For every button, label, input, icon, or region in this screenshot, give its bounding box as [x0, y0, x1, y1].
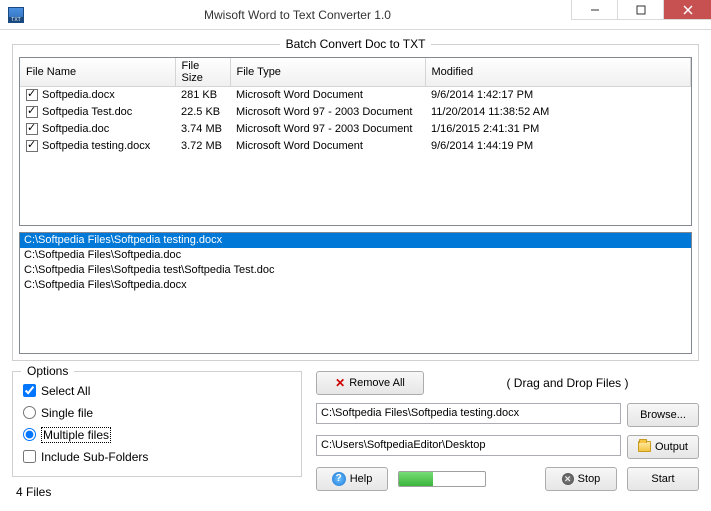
- cell-filename: Softpedia testing.docx: [42, 140, 150, 152]
- cell-modified: 9/6/2014 1:42:17 PM: [425, 87, 691, 104]
- start-label: Start: [651, 473, 674, 485]
- include-subfolders-checkbox[interactable]: [23, 450, 36, 463]
- path-list[interactable]: C:\Softpedia Files\Softpedia testing.doc…: [19, 232, 692, 354]
- stop-button[interactable]: ✕ Stop: [545, 467, 617, 491]
- col-filesize[interactable]: File Size: [175, 58, 230, 87]
- cell-filename: Softpedia.doc: [42, 123, 109, 135]
- multiple-files-row: Multiple files: [23, 426, 291, 444]
- row-checkbox[interactable]: [26, 106, 38, 118]
- select-all-checkbox[interactable]: [23, 384, 36, 397]
- remove-icon: ✕: [335, 376, 345, 390]
- folder-icon: [638, 441, 651, 452]
- col-filename[interactable]: File Name: [20, 58, 175, 87]
- stop-icon: ✕: [562, 473, 574, 485]
- cell-filesize: 3.74 MB: [175, 121, 230, 138]
- browse-button[interactable]: Browse...: [627, 403, 699, 427]
- file-count-status: 4 Files: [12, 485, 302, 499]
- row-checkbox[interactable]: [26, 140, 38, 152]
- remove-all-label: Remove All: [349, 377, 405, 389]
- help-button[interactable]: ? Help: [316, 467, 388, 491]
- single-file-row: Single file: [23, 404, 291, 422]
- drag-drop-hint: ( Drag and Drop Files ): [436, 376, 699, 390]
- window-title: Mwisoft Word to Text Converter 1.0: [24, 8, 571, 22]
- titlebar: Mwisoft Word to Text Converter 1.0: [0, 0, 711, 30]
- browse-label: Browse...: [640, 409, 686, 421]
- cell-filesize: 22.5 KB: [175, 104, 230, 121]
- progress-bar: [398, 471, 486, 487]
- table-row[interactable]: Softpedia.docx 281 KBMicrosoft Word Docum…: [20, 87, 691, 104]
- app-icon: [8, 7, 24, 23]
- cell-filetype: Microsoft Word 97 - 2003 Document: [230, 104, 425, 121]
- batch-convert-group: Batch Convert Doc to TXT File Name File …: [12, 44, 699, 361]
- cell-filesize: 3.72 MB: [175, 138, 230, 155]
- minimize-button[interactable]: [571, 0, 617, 20]
- single-file-radio[interactable]: [23, 406, 36, 419]
- stop-label: Stop: [578, 473, 601, 485]
- remove-all-button[interactable]: ✕ Remove All: [316, 371, 424, 395]
- multiple-files-label[interactable]: Multiple files: [41, 427, 111, 443]
- options-group: Options Select All Single file Multiple …: [12, 371, 302, 477]
- path-list-item[interactable]: C:\Softpedia Files\Softpedia.docx: [20, 278, 691, 293]
- single-file-label[interactable]: Single file: [41, 406, 93, 420]
- output-label: Output: [655, 441, 688, 453]
- options-title: Options: [21, 364, 74, 378]
- include-subfolders-label[interactable]: Include Sub-Folders: [41, 450, 148, 464]
- path-list-item[interactable]: C:\Softpedia Files\Softpedia testing.doc…: [20, 233, 691, 248]
- path-list-item[interactable]: C:\Softpedia Files\Softpedia.doc: [20, 248, 691, 263]
- cell-filetype: Microsoft Word Document: [230, 138, 425, 155]
- row-checkbox[interactable]: [26, 89, 38, 101]
- table-header-row: File Name File Size File Type Modified: [20, 58, 691, 87]
- source-path-input[interactable]: [316, 403, 621, 424]
- cell-filesize: 281 KB: [175, 87, 230, 104]
- select-all-row: Select All: [23, 382, 291, 400]
- file-table[interactable]: File Name File Size File Type Modified S…: [19, 57, 692, 226]
- multiple-files-radio[interactable]: [23, 428, 36, 441]
- close-button[interactable]: [663, 0, 711, 20]
- table-row[interactable]: Softpedia Test.doc 22.5 KBMicrosoft Word …: [20, 104, 691, 121]
- cell-filename: Softpedia Test.doc: [42, 106, 132, 118]
- col-modified[interactable]: Modified: [425, 58, 691, 87]
- help-icon: ?: [332, 472, 346, 486]
- select-all-label[interactable]: Select All: [41, 384, 90, 398]
- cell-filetype: Microsoft Word Document: [230, 87, 425, 104]
- table-row[interactable]: Softpedia testing.docx 3.72 MBMicrosoft W…: [20, 138, 691, 155]
- output-path-input[interactable]: [316, 435, 621, 456]
- window-controls: [571, 0, 711, 29]
- output-button[interactable]: Output: [627, 435, 699, 459]
- batch-convert-title: Batch Convert Doc to TXT: [280, 37, 432, 51]
- cell-modified: 11/20/2014 11:38:52 AM: [425, 104, 691, 121]
- row-checkbox[interactable]: [26, 123, 38, 135]
- path-list-item[interactable]: C:\Softpedia Files\Softpedia test\Softpe…: [20, 263, 691, 278]
- cell-filename: Softpedia.docx: [42, 89, 115, 101]
- cell-modified: 9/6/2014 1:44:19 PM: [425, 138, 691, 155]
- include-subfolders-row: Include Sub-Folders: [23, 448, 291, 466]
- help-label: Help: [350, 473, 373, 485]
- table-row[interactable]: Softpedia.doc 3.74 MBMicrosoft Word 97 - …: [20, 121, 691, 138]
- maximize-button[interactable]: [617, 0, 663, 20]
- cell-modified: 1/16/2015 2:41:31 PM: [425, 121, 691, 138]
- start-button[interactable]: Start: [627, 467, 699, 491]
- col-filetype[interactable]: File Type: [230, 58, 425, 87]
- cell-filetype: Microsoft Word 97 - 2003 Document: [230, 121, 425, 138]
